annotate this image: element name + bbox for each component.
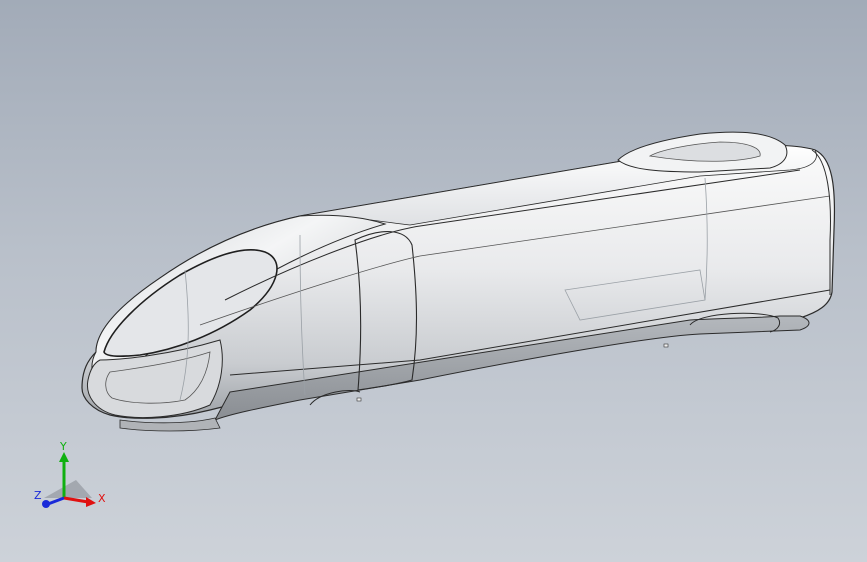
z-axis-line [47, 496, 65, 506]
y-axis-arrow [59, 452, 69, 462]
3d-viewport[interactable]: Y X Z [0, 0, 867, 562]
train-model[interactable] [0, 0, 867, 562]
z-axis-tip [42, 500, 50, 508]
front-skirt[interactable] [119, 417, 221, 432]
x-axis-label: X [98, 492, 106, 505]
triad-base-shadow [44, 480, 92, 498]
axis-triad[interactable]: Y X Z [30, 440, 120, 520]
sketch-point-2 [663, 343, 669, 348]
x-axis-line [63, 496, 89, 504]
y-axis-label: Y [59, 440, 67, 453]
sketch-point-1 [356, 397, 362, 402]
z-axis-label: Z [34, 489, 42, 502]
x-axis-arrow [86, 497, 96, 507]
